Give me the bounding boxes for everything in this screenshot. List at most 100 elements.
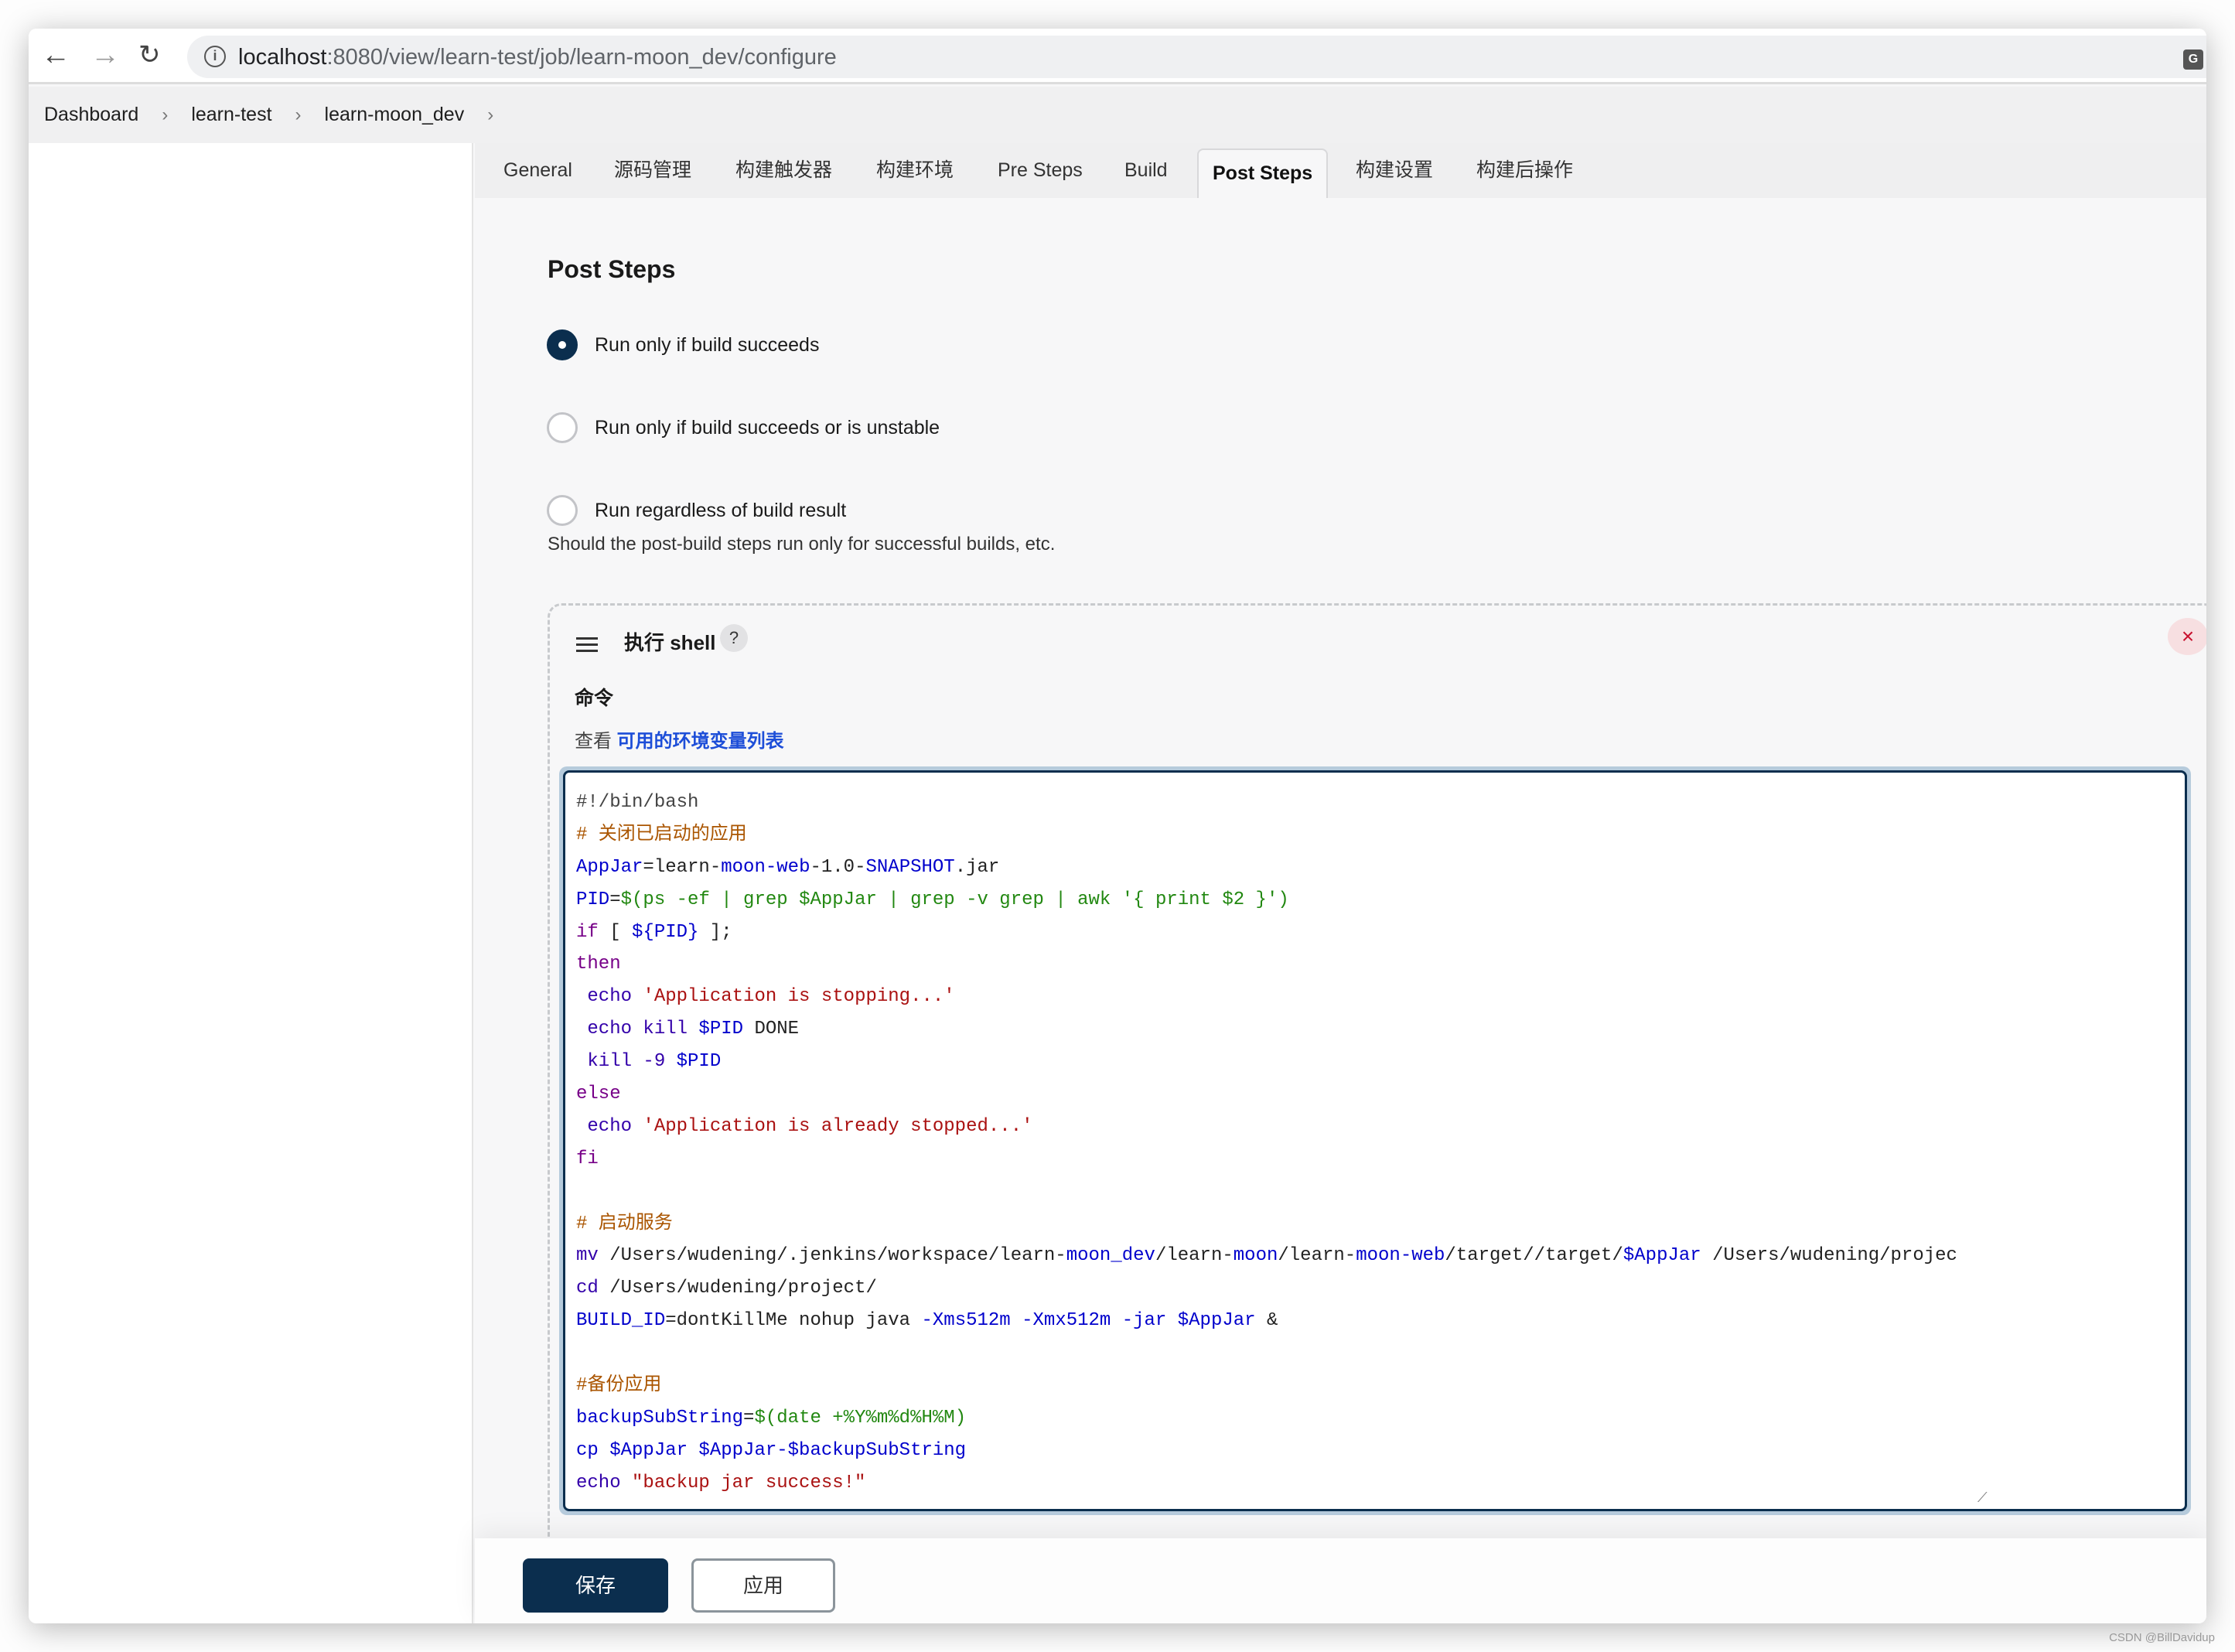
code-token: =dontKillMe nohup java — [665, 1310, 922, 1332]
code-token: /Users/wudening/.jenkins/workspace/learn… — [598, 1245, 1066, 1267]
code-token: 'Application is stopping...' — [632, 986, 955, 1008]
code-token: SNAPSHOT — [865, 856, 955, 878]
code-line: BUILD_ID=dontKillMe nohup java -Xms512m … — [576, 1305, 1990, 1337]
code-token: & — [1255, 1310, 1278, 1332]
tab-pre-steps[interactable]: Pre Steps — [998, 143, 1083, 198]
browser-window: ← → ↻ i localhost:8080/view/learn-test/j… — [29, 29, 2206, 1623]
code-line: cp $AppJar $AppJar-$backupSubString — [576, 1435, 1990, 1467]
close-icon[interactable]: × — [2168, 618, 2206, 655]
code-line: AppJar=learn-moon-web-1.0-SNAPSHOT.jar — [576, 852, 1990, 884]
code-token: moon-web — [1356, 1245, 1445, 1267]
env-vars-hint: 查看 可用的环境变量列表 — [575, 725, 784, 753]
code-line: echo kill $PID DONE — [576, 1013, 1990, 1046]
radio-button[interactable] — [547, 412, 578, 443]
code-token: cp $AppJar $AppJar-$backupSubString — [576, 1439, 967, 1461]
radio-label: Run only if build succeeds — [595, 333, 820, 356]
code-token: = — [609, 889, 621, 910]
code-token: $PID — [688, 1019, 744, 1040]
help-icon[interactable]: ? — [720, 624, 748, 652]
form-footer: 保存 应用 — [475, 1538, 2206, 1623]
code-line: backupSubString=$(date +%Y%m%d%H%M) — [576, 1402, 1990, 1435]
breadcrumb-learn-moon-dev[interactable]: learn-moon_dev — [325, 104, 465, 126]
code-token: $PID — [665, 1051, 722, 1073]
radio-button-checked[interactable] — [547, 329, 578, 360]
breadcrumb-dashboard[interactable]: Dashboard — [44, 104, 138, 126]
code-line: fi — [576, 1143, 1990, 1176]
code-token: moon_dev — [1066, 1245, 1155, 1267]
code-token: # 启动服务 — [576, 1213, 673, 1234]
radio-label: Run regardless of build result — [595, 499, 847, 521]
code-line: if [ ${PID} ]; — [576, 916, 1990, 949]
code-line: cd /Users/wudening/project/ — [576, 1272, 1990, 1305]
shell-step-card: 执行 shell ? × 命令 查看 可用的环境变量列表 #!/bin/bash… — [548, 603, 2206, 1601]
env-prefix: 查看 — [575, 731, 612, 752]
info-icon[interactable]: i — [204, 46, 226, 67]
address-bar[interactable]: i localhost:8080/view/learn-test/job/lea… — [187, 36, 2206, 78]
translate-icon[interactable]: G — [2183, 49, 2203, 70]
code-token: moon — [1233, 1245, 1278, 1267]
chevron-right-icon[interactable]: › — [487, 104, 493, 126]
radio-run-regardless[interactable]: Run regardless of build result — [547, 495, 846, 526]
apply-button[interactable]: 应用 — [691, 1558, 835, 1613]
tab-build[interactable]: Build — [1124, 143, 1168, 198]
section-description: Should the post-build steps run only for… — [548, 534, 1056, 555]
code-line: kill -9 $PID — [576, 1046, 1990, 1078]
tab-general[interactable]: General — [503, 143, 572, 198]
code-token: $(date +%Y%m%d%H%M) — [754, 1407, 967, 1428]
code-line: then — [576, 948, 1990, 981]
code-token: if — [576, 921, 599, 943]
breadcrumb-learn-test[interactable]: learn-test — [191, 104, 271, 126]
code-token: /Users/wudening/project/ — [598, 1278, 877, 1299]
tab-post-steps[interactable]: Post Steps — [1197, 148, 1329, 198]
radio-run-if-success[interactable]: Run only if build succeeds — [547, 329, 819, 360]
command-textarea[interactable]: #!/bin/bash # 关闭已启动的应用 AppJar=learn-moon-w… — [559, 766, 2191, 1515]
code-line: else — [576, 1078, 1990, 1111]
code-token: PID — [576, 889, 610, 910]
tab-build-settings[interactable]: 构建设置 — [1356, 143, 1433, 198]
radio-button[interactable] — [547, 495, 578, 526]
url-text: localhost:8080/view/learn-test/job/learn… — [238, 45, 837, 70]
code-token: else — [576, 1084, 621, 1105]
code-token: /learn- — [1155, 1245, 1234, 1267]
code-token: /target//target/ — [1445, 1245, 1623, 1267]
code-token: = — [743, 1407, 755, 1428]
tab-post-build[interactable]: 构建后操作 — [1476, 143, 1573, 198]
back-icon[interactable]: ← — [41, 39, 70, 70]
code-line: mv /Users/wudening/.jenkins/workspace/le… — [576, 1240, 1990, 1272]
code-token: [ — [598, 921, 633, 943]
code-token: DONE — [743, 1019, 800, 1040]
resize-handle-icon[interactable]: ⟋ — [1977, 1490, 1988, 1506]
forward-icon[interactable]: → — [90, 39, 120, 70]
code-line: echo 'Application is stopping...' — [576, 981, 1990, 1013]
env-vars-link[interactable]: 可用的环境变量列表 — [617, 731, 784, 752]
save-button[interactable]: 保存 — [523, 1558, 668, 1613]
code-token: then — [576, 954, 621, 975]
code-content[interactable]: #!/bin/bash # 关闭已启动的应用 AppJar=learn-moon-w… — [576, 787, 1990, 1500]
code-token: echo — [576, 1472, 621, 1493]
tab-scm[interactable]: 源码管理 — [614, 143, 691, 198]
code-token: ${PID} — [632, 921, 699, 943]
step-title: 执行 shell — [624, 631, 716, 654]
reload-icon[interactable]: ↻ — [138, 39, 161, 70]
radio-run-if-success-or-unstable[interactable]: Run only if build succeeds or is unstabl… — [547, 412, 940, 443]
code-token: #备份应用 — [576, 1375, 662, 1397]
code-token: mv — [576, 1245, 599, 1267]
config-tabs: General 源码管理 构建触发器 构建环境 Pre Steps Build … — [475, 143, 2206, 198]
code-token: /learn- — [1278, 1245, 1356, 1267]
tab-build-env[interactable]: 构建环境 — [876, 143, 954, 198]
code-token: fi — [576, 1148, 599, 1169]
code-line: #备份应用 — [576, 1370, 1990, 1402]
code-token: echo — [576, 986, 633, 1008]
code-editor[interactable]: #!/bin/bash # 关闭已启动的应用 AppJar=learn-moon-w… — [563, 770, 2187, 1511]
url-host: localhost — [238, 45, 327, 70]
sidebar — [29, 143, 473, 1623]
code-token: AppJar — [576, 856, 643, 878]
command-label: 命令 — [575, 688, 614, 709]
drag-handle-icon[interactable] — [576, 633, 598, 656]
code-line: #!/bin/bash — [576, 787, 1990, 819]
url-path: :8080/view/learn-test/job/learn-moon_dev… — [326, 45, 837, 70]
tab-triggers[interactable]: 构建触发器 — [735, 143, 832, 198]
code-token: .jar — [954, 856, 1000, 878]
code-token: ]; — [698, 921, 732, 943]
